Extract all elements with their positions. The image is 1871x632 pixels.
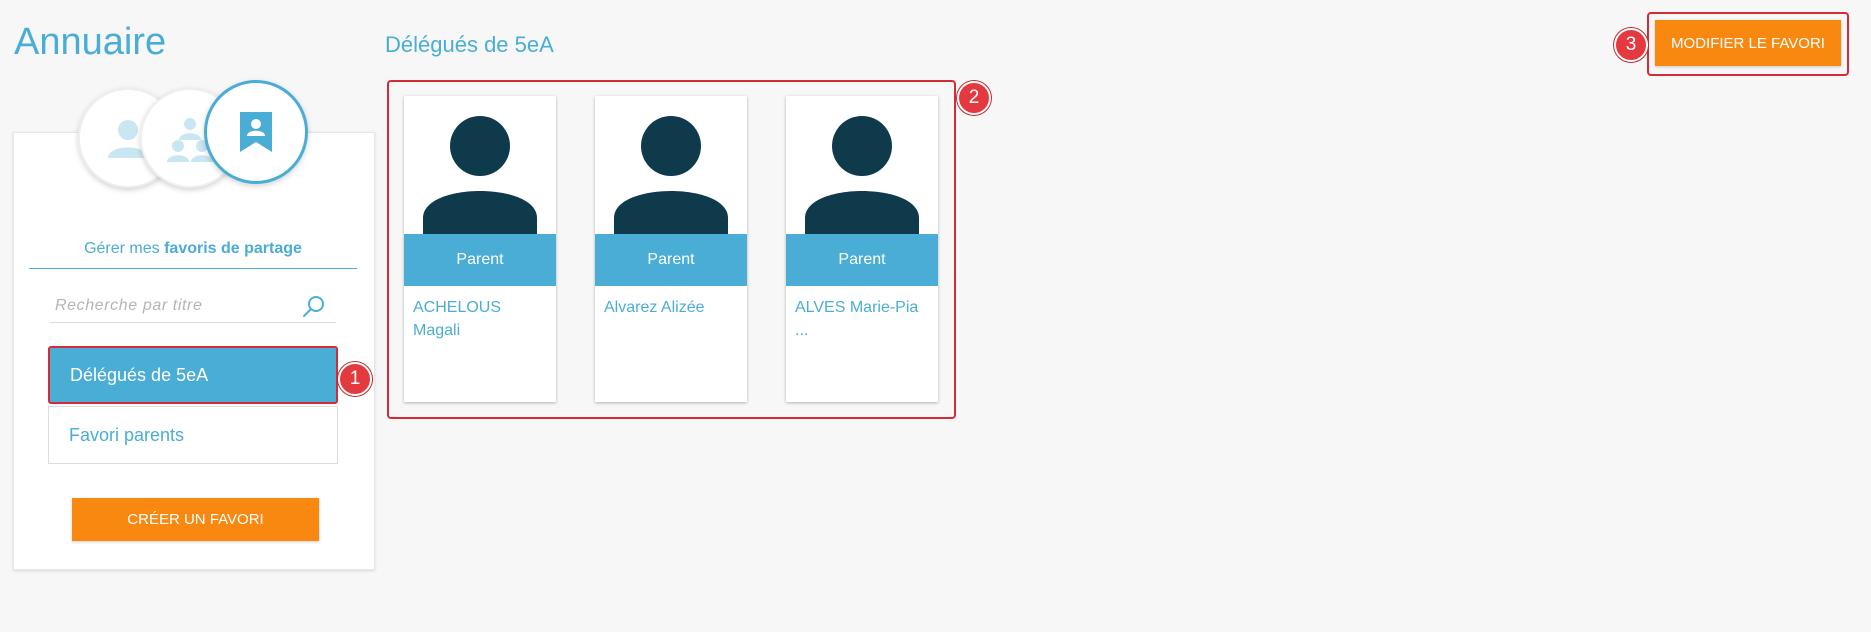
search-box bbox=[50, 292, 336, 323]
favorite-item-favori-parents[interactable]: Favori parents bbox=[48, 406, 338, 464]
search-icon[interactable] bbox=[302, 295, 326, 319]
create-favorite-button[interactable]: CRÉER UN FAVORI bbox=[72, 498, 319, 541]
favorite-item-delegues-5ea[interactable]: Délégués de 5eA bbox=[48, 346, 338, 404]
favorite-item-label: Favori parents bbox=[69, 424, 185, 445]
favorites-mode-button[interactable] bbox=[204, 80, 308, 184]
member-card[interactable]: Parent ACHELOUS Magali bbox=[404, 96, 556, 402]
member-role: Parent bbox=[404, 234, 556, 286]
avatar bbox=[404, 96, 556, 234]
favorites-list: Délégués de 5eA Favori parents bbox=[48, 346, 338, 464]
user-silhouette-icon bbox=[614, 116, 728, 234]
edit-favorite-frame: MODIFIER LE FAVORI bbox=[1647, 12, 1849, 76]
member-name[interactable]: ACHELOUS Magali bbox=[404, 286, 556, 342]
manage-favorites-label: Gérer mes favoris de partage bbox=[29, 240, 357, 269]
manage-label-prefix: Gérer mes bbox=[84, 240, 165, 257]
member-card[interactable]: Parent Alvarez Alizée bbox=[595, 96, 747, 402]
member-role: Parent bbox=[786, 234, 938, 286]
members-grid: Parent ACHELOUS Magali Parent Alvarez Al… bbox=[387, 80, 956, 419]
avatar bbox=[786, 96, 938, 234]
user-silhouette-icon bbox=[423, 116, 537, 234]
favorite-item-label: Délégués de 5eA bbox=[70, 364, 209, 385]
manage-label-bold: favoris de partage bbox=[164, 240, 302, 257]
app-title: Annuaire bbox=[14, 21, 167, 63]
avatar bbox=[595, 96, 747, 234]
edit-favorite-button[interactable]: MODIFIER LE FAVORI bbox=[1655, 20, 1841, 66]
search-input[interactable] bbox=[50, 292, 295, 320]
group-title: Délégués de 5eA bbox=[385, 32, 554, 57]
callout-badge-2: 2 bbox=[957, 81, 991, 115]
callout-badge-1: 1 bbox=[338, 362, 372, 396]
member-role: Parent bbox=[595, 234, 747, 286]
member-card[interactable]: Parent ALVES Marie-Pia ... bbox=[786, 96, 938, 402]
member-name[interactable]: Alvarez Alizée bbox=[595, 286, 747, 319]
member-name[interactable]: ALVES Marie-Pia ... bbox=[786, 286, 938, 342]
bookmark-person-icon bbox=[240, 112, 272, 152]
callout-badge-3: 3 bbox=[1614, 28, 1648, 62]
user-silhouette-icon bbox=[805, 116, 919, 234]
